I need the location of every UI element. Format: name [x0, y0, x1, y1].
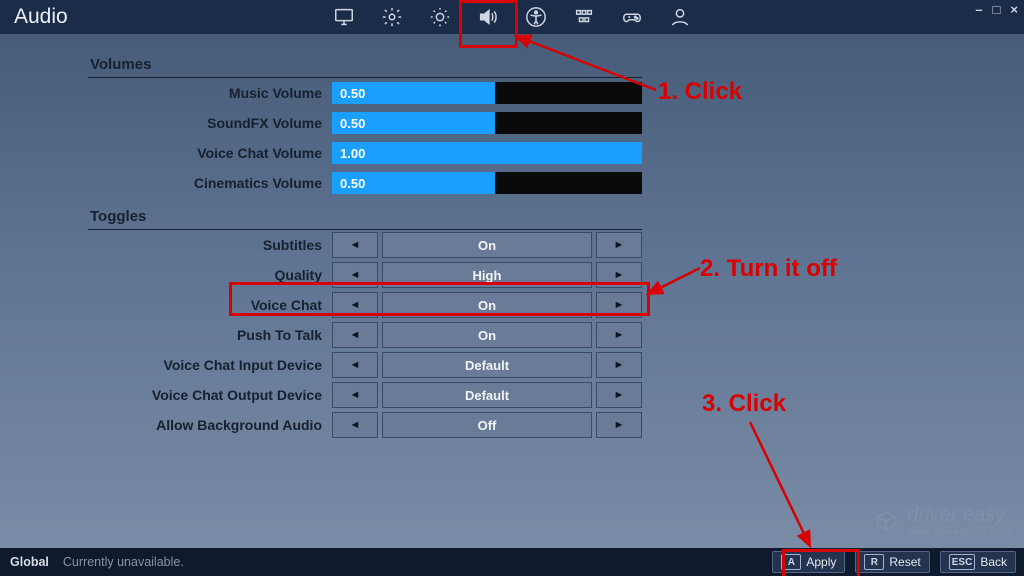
key-hint: R	[864, 554, 884, 570]
row-label: Quality	[88, 267, 332, 283]
annotation-arrow-2	[640, 260, 710, 300]
next-arrow[interactable]: ►	[596, 412, 642, 438]
prev-arrow[interactable]: ◄	[332, 322, 378, 348]
button-label: Apply	[806, 555, 836, 569]
row-label: Voice Chat	[88, 297, 332, 313]
prev-arrow[interactable]: ◄	[332, 262, 378, 288]
annotation-text-2: 2. Turn it off	[700, 255, 837, 283]
watermark-brand: driver easy	[907, 504, 1010, 527]
next-arrow[interactable]: ►	[596, 322, 642, 348]
toggle-value[interactable]: Off	[382, 412, 592, 438]
window-maximize[interactable]: □	[993, 2, 1001, 17]
brightness-icon[interactable]	[429, 6, 451, 28]
top-bar: Audio – □ ×	[0, 0, 1024, 34]
volume-row-music: Music Volume 0.50	[88, 78, 642, 108]
settings-tab-strip	[0, 0, 1024, 34]
annotation-text-1: 1. Click	[658, 78, 742, 106]
toggle-value[interactable]: Default	[382, 382, 592, 408]
footer-global-status: Currently unavailable.	[63, 555, 184, 569]
window-controls: – □ ×	[975, 2, 1018, 17]
music-volume-slider[interactable]: 0.50	[332, 82, 642, 104]
row-label: Music Volume	[88, 85, 332, 101]
controller-icon[interactable]	[621, 6, 643, 28]
next-arrow[interactable]: ►	[596, 352, 642, 378]
footer-bar: Global Currently unavailable. A Apply R …	[0, 548, 1024, 576]
prev-arrow[interactable]: ◄	[332, 382, 378, 408]
toggle-row-voice-chat: Voice Chat ◄ On ►	[88, 290, 642, 320]
account-icon[interactable]	[669, 6, 691, 28]
accessibility-icon[interactable]	[525, 6, 547, 28]
next-arrow[interactable]: ►	[596, 292, 642, 318]
footer-global-label: Global	[10, 555, 49, 569]
row-label: SoundFX Volume	[88, 115, 332, 131]
input-icon[interactable]	[573, 6, 595, 28]
gear-icon[interactable]	[381, 6, 403, 28]
slider-fill: 0.50	[332, 82, 495, 104]
next-arrow[interactable]: ►	[596, 262, 642, 288]
prev-arrow[interactable]: ◄	[332, 352, 378, 378]
toggle-value[interactable]: High	[382, 262, 592, 288]
annotation-arrow-3	[740, 418, 840, 552]
apply-button[interactable]: A Apply	[772, 551, 845, 573]
display-tab-icon[interactable]	[333, 6, 355, 28]
volume-row-soundfx: SoundFX Volume 0.50	[88, 108, 642, 138]
row-label: Voice Chat Volume	[88, 145, 332, 161]
row-label: Voice Chat Input Device	[88, 357, 332, 373]
section-header-volumes: Volumes	[88, 56, 642, 78]
toggle-value[interactable]: On	[382, 292, 592, 318]
toggle-value[interactable]: Default	[382, 352, 592, 378]
voicechat-volume-slider[interactable]: 1.00	[332, 142, 642, 164]
row-label: Allow Background Audio	[88, 417, 332, 433]
window-minimize[interactable]: –	[975, 2, 982, 17]
toggle-value[interactable]: On	[382, 232, 592, 258]
prev-arrow[interactable]: ◄	[332, 232, 378, 258]
toggle-row-subtitles: Subtitles ◄ On ►	[88, 230, 642, 260]
back-button[interactable]: ESC Back	[940, 551, 1016, 573]
row-label: Subtitles	[88, 237, 332, 253]
slider-fill: 0.50	[332, 172, 495, 194]
toggle-row-input-device: Voice Chat Input Device ◄ Default ►	[88, 350, 642, 380]
toggle-row-push-to-talk: Push To Talk ◄ On ►	[88, 320, 642, 350]
toggle-row-quality: Quality ◄ High ►	[88, 260, 642, 290]
prev-arrow[interactable]: ◄	[332, 412, 378, 438]
row-label: Voice Chat Output Device	[88, 387, 332, 403]
volume-row-cinematics: Cinematics Volume 0.50	[88, 168, 642, 198]
annotation-text-3: 3. Click	[702, 390, 786, 418]
toggle-row-output-device: Voice Chat Output Device ◄ Default ►	[88, 380, 642, 410]
volume-row-voicechat: Voice Chat Volume 1.00	[88, 138, 642, 168]
window-close[interactable]: ×	[1010, 2, 1018, 17]
settings-panel: Volumes Music Volume 0.50 SoundFX Volume…	[88, 50, 642, 440]
slider-fill: 0.50	[332, 112, 495, 134]
audio-tab-icon[interactable]	[477, 6, 499, 28]
cinematics-volume-slider[interactable]: 0.50	[332, 172, 642, 194]
next-arrow[interactable]: ►	[596, 382, 642, 408]
soundfx-volume-slider[interactable]: 0.50	[332, 112, 642, 134]
key-hint: A	[781, 554, 801, 570]
slider-fill: 1.00	[332, 142, 642, 164]
toggle-value[interactable]: On	[382, 322, 592, 348]
next-arrow[interactable]: ►	[596, 232, 642, 258]
watermark-url: www.DriverEasy.com	[907, 527, 1010, 538]
watermark: driver easy www.DriverEasy.com	[873, 504, 1010, 538]
button-label: Reset	[889, 555, 920, 569]
button-label: Back	[980, 555, 1007, 569]
key-hint: ESC	[949, 554, 976, 570]
section-header-toggles: Toggles	[88, 208, 642, 230]
prev-arrow[interactable]: ◄	[332, 292, 378, 318]
row-label: Cinematics Volume	[88, 175, 332, 191]
row-label: Push To Talk	[88, 327, 332, 343]
reset-button[interactable]: R Reset	[855, 551, 929, 573]
toggle-row-background-audio: Allow Background Audio ◄ Off ►	[88, 410, 642, 440]
